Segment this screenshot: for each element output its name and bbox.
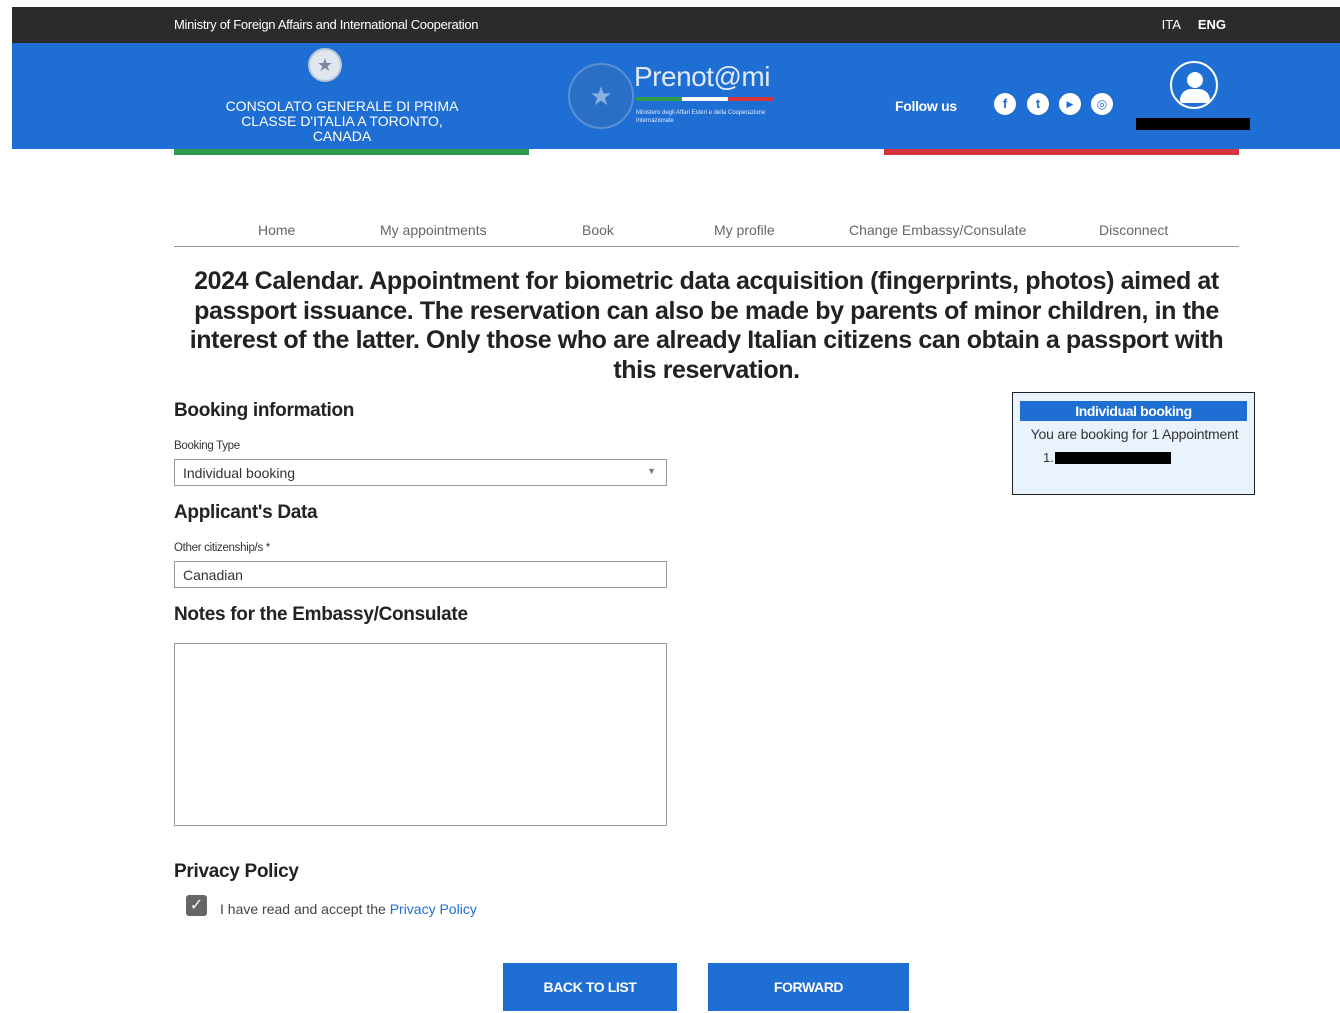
- chevron-down-icon: ▼: [647, 466, 656, 476]
- back-to-list-button[interactable]: BACK TO LIST: [503, 963, 677, 1011]
- main-nav: Home My appointments Book My profile Cha…: [174, 219, 1239, 247]
- summary-item-number: 1.: [1043, 450, 1054, 465]
- notes-textarea[interactable]: [174, 643, 667, 826]
- privacy-accept-text: I have read and accept the: [220, 901, 390, 917]
- forward-button[interactable]: FORWARD: [708, 963, 909, 1011]
- summary-title: Individual booking: [1020, 401, 1247, 421]
- booking-info-heading: Booking information: [174, 400, 355, 421]
- summary-text: You are booking for 1 Appointment: [1030, 426, 1239, 442]
- applicant-name-redacted: [1055, 452, 1171, 464]
- flag-color-line: [12, 149, 1340, 155]
- youtube-icon[interactable]: ▶: [1059, 93, 1081, 115]
- nav-book[interactable]: Book: [582, 222, 614, 238]
- privacy-accept-label: I have read and accept the Privacy Polic…: [220, 901, 477, 917]
- booking-type-value: Individual booking: [183, 465, 296, 481]
- booking-type-select[interactable]: Individual booking ▼: [174, 459, 667, 486]
- republic-seal-icon: [568, 63, 634, 129]
- page-title: 2024 Calendar. Appointment for biometric…: [189, 267, 1224, 384]
- applicant-data-heading: Applicant's Data: [174, 502, 318, 523]
- facebook-icon[interactable]: f: [994, 93, 1016, 115]
- username-redacted: [1136, 118, 1250, 130]
- privacy-checkbox[interactable]: ✓: [186, 895, 207, 916]
- italian-emblem-icon: [308, 48, 342, 82]
- nav-home[interactable]: Home: [258, 222, 295, 238]
- top-bar: Ministry of Foreign Affairs and Internat…: [12, 7, 1340, 43]
- booking-type-label: Booking Type: [174, 440, 240, 452]
- nav-disconnect[interactable]: Disconnect: [1099, 222, 1168, 238]
- citizenship-input[interactable]: Canadian: [174, 561, 667, 588]
- prenotami-flag-stripe: [636, 97, 774, 101]
- language-switcher: ITA ENG: [1148, 17, 1226, 32]
- lang-ita-link[interactable]: ITA: [1162, 17, 1181, 32]
- nav-my-appointments[interactable]: My appointments: [380, 222, 487, 238]
- twitter-icon[interactable]: t: [1027, 93, 1049, 115]
- page: Ministry of Foreign Affairs and Internat…: [12, 7, 1340, 1013]
- citizenship-label: Other citizenship/s *: [174, 542, 270, 554]
- site-header: CONSOLATO GENERALE DI PRIMA CLASSE D'ITA…: [12, 43, 1340, 149]
- ministry-name: Ministry of Foreign Affairs and Internat…: [174, 17, 479, 32]
- lang-eng-link[interactable]: ENG: [1198, 17, 1226, 32]
- notes-heading: Notes for the Embassy/Consulate: [174, 604, 468, 625]
- privacy-policy-link[interactable]: Privacy Policy: [390, 901, 477, 917]
- nav-my-profile[interactable]: My profile: [714, 222, 775, 238]
- user-avatar-icon[interactable]: [1170, 61, 1218, 109]
- privacy-policy-heading: Privacy Policy: [174, 861, 299, 882]
- follow-us-label: Follow us: [895, 98, 957, 114]
- nav-change-embassy[interactable]: Change Embassy/Consulate: [849, 222, 1026, 238]
- booking-summary-box: Individual booking You are booking for 1…: [1012, 392, 1255, 495]
- instagram-icon[interactable]: ◎: [1091, 93, 1113, 115]
- prenotami-subtitle: Ministero degli Affari Esteri e della Co…: [636, 110, 766, 124]
- consulate-name: CONSOLATO GENERALE DI PRIMA CLASSE D'ITA…: [225, 99, 459, 144]
- prenotami-logo[interactable]: Prenot@mi: [634, 61, 770, 93]
